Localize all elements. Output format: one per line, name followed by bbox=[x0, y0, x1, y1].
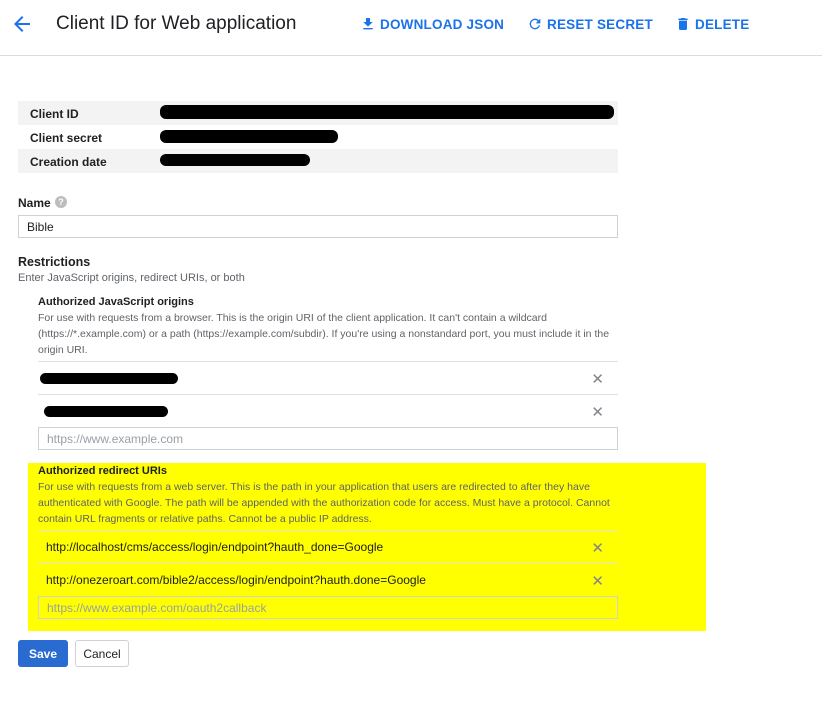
client-secret-row: Client secret bbox=[18, 125, 618, 149]
redacted-client-secret bbox=[160, 130, 338, 143]
delete-label: DELETE bbox=[695, 17, 750, 32]
client-secret-label: Client secret bbox=[30, 131, 103, 145]
download-json-label: DOWNLOAD JSON bbox=[380, 17, 505, 32]
save-button[interactable]: Save bbox=[18, 640, 68, 667]
creation-date-label: Creation date bbox=[30, 155, 107, 169]
close-icon[interactable]: ✕ bbox=[591, 370, 604, 388]
name-label: Name bbox=[18, 196, 51, 210]
redacted-origin bbox=[40, 373, 178, 384]
redirect-uris-title: Authorized redirect URIs bbox=[38, 465, 167, 477]
refresh-icon bbox=[529, 18, 541, 30]
redacted-origin bbox=[44, 406, 168, 417]
close-icon[interactable]: ✕ bbox=[591, 539, 604, 557]
help-icon[interactable]: ? bbox=[55, 196, 67, 208]
page-title: Client ID for Web application bbox=[56, 13, 297, 34]
back-arrow-icon[interactable] bbox=[10, 12, 34, 36]
new-redirect-uri-input[interactable] bbox=[38, 596, 618, 619]
restrictions-subtitle: Enter JavaScript origins, redirect URIs,… bbox=[18, 272, 245, 284]
close-icon[interactable]: ✕ bbox=[591, 572, 604, 590]
download-icon bbox=[363, 18, 373, 30]
page-header: Client ID for Web application DOWNLOAD J… bbox=[0, 0, 822, 56]
client-info-table: Client ID Client secret Creation date bbox=[18, 101, 618, 173]
redirect-uri-text: http://onezeroart.com/bible2/access/logi… bbox=[46, 573, 426, 587]
name-input[interactable] bbox=[18, 215, 618, 238]
restrictions-title: Restrictions bbox=[18, 255, 91, 269]
redacted-client-id bbox=[160, 105, 614, 119]
client-id-row: Client ID bbox=[18, 101, 618, 125]
reset-secret-label: RESET SECRET bbox=[547, 17, 653, 32]
close-icon[interactable]: ✕ bbox=[591, 403, 604, 421]
redirect-uri-row: http://onezeroart.com/bible2/access/logi… bbox=[38, 563, 618, 596]
js-origins-description: For use with requests from a browser. Th… bbox=[38, 312, 610, 356]
new-js-origin-input[interactable] bbox=[38, 427, 618, 450]
js-origin-row: ✕ bbox=[38, 361, 618, 394]
creation-date-row: Creation date bbox=[18, 149, 618, 173]
trash-icon bbox=[678, 18, 688, 30]
redirect-uri-row: http://localhost/cms/access/login/endpoi… bbox=[38, 530, 618, 563]
js-origins-title: Authorized JavaScript origins bbox=[38, 296, 194, 308]
redirect-uris-description: For use with requests from a web server.… bbox=[38, 481, 610, 525]
redirect-uri-text: http://localhost/cms/access/login/endpoi… bbox=[46, 540, 384, 554]
client-id-label: Client ID bbox=[30, 107, 79, 121]
redacted-creation-date bbox=[160, 154, 310, 166]
js-origin-row: ✕ bbox=[38, 394, 618, 427]
cancel-button[interactable]: Cancel bbox=[75, 640, 129, 667]
